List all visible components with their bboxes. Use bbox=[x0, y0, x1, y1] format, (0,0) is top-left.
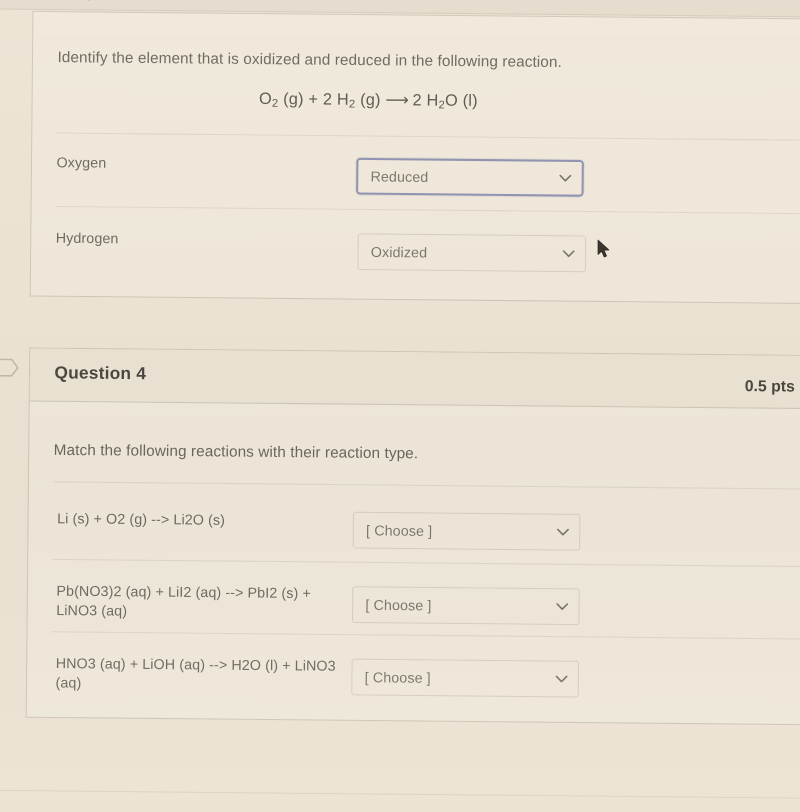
url-text: urses/13935/quizzes/50754/take bbox=[0, 0, 212, 2]
divider bbox=[53, 481, 800, 490]
question-3-equation: O2 (g) + 2 H2 (g) ⟶ 2 H2O (l) bbox=[259, 89, 478, 112]
question-4-header: Question 4 0.5 pts bbox=[29, 348, 800, 410]
divider bbox=[56, 132, 800, 141]
dropdown-oxygen-value: Reduced bbox=[370, 168, 429, 186]
dropdown-oxygen[interactable]: Reduced bbox=[356, 157, 584, 197]
flag-outline-icon[interactable] bbox=[0, 358, 19, 377]
equation-o: O bbox=[258, 90, 273, 109]
equation-end: O (l) bbox=[444, 92, 478, 111]
question-3-row-label-oxygen: Oxygen bbox=[56, 153, 107, 171]
equation-arrow-icon: ⟶ bbox=[385, 91, 408, 110]
reaction-3-line-2: (aq) bbox=[55, 674, 82, 691]
reaction-2-line-1: Pb(NO3)2 (aq) + LiI2 (aq) --> PbI2 (s) + bbox=[56, 582, 311, 602]
page-root: urses/13935/quizzes/50754/take Identify … bbox=[0, 0, 800, 812]
mouse-pointer-icon bbox=[597, 239, 610, 258]
question-3-card: Identify the element that is oxidized an… bbox=[29, 10, 800, 305]
reaction-2-line-2: LiNO3 (aq) bbox=[56, 601, 128, 619]
equation-mid3: 2 H bbox=[407, 92, 439, 110]
equation-mid1: (g) + 2 H bbox=[278, 90, 350, 109]
chevron-down-icon bbox=[557, 528, 569, 536]
divider bbox=[51, 631, 800, 640]
question-4-reaction-2: Pb(NO3)2 (aq) + LiI2 (aq) --> PbI2 (s) +… bbox=[56, 581, 354, 623]
question-4-reaction-3: HNO3 (aq) + LiOH (aq) --> H2O (l) + LiNO… bbox=[55, 654, 361, 696]
equation-mid2: (g) bbox=[355, 91, 386, 110]
divider bbox=[52, 558, 800, 568]
dropdown-reaction-2[interactable]: [ Choose ] bbox=[351, 586, 580, 626]
chevron-down-icon bbox=[555, 675, 568, 683]
chevron-down-icon bbox=[556, 603, 569, 610]
question-3-row-label-hydrogen: Hydrogen bbox=[55, 229, 119, 247]
question-3-prompt: Identify the element that is oxidized an… bbox=[57, 48, 563, 72]
question-4-title: Question 4 bbox=[54, 363, 147, 384]
question-4-prompt: Match the following reactions with their… bbox=[53, 441, 419, 463]
question-4-points: 0.5 pts bbox=[744, 377, 795, 396]
chevron-down-icon bbox=[559, 174, 572, 182]
dropdown-reaction-3[interactable]: [ Choose ] bbox=[351, 658, 580, 698]
dropdown-hydrogen-value: Oxidized bbox=[370, 243, 428, 261]
page-bottom-rule bbox=[0, 789, 800, 800]
divider bbox=[56, 205, 800, 215]
reaction-3-line-1: HNO3 (aq) + LiOH (aq) --> H2O (l) + LiNO… bbox=[55, 654, 336, 674]
dropdown-hydrogen[interactable]: Oxidized bbox=[357, 233, 587, 273]
dropdown-reaction-1-value: [ Choose ] bbox=[366, 522, 433, 540]
dropdown-reaction-2-value: [ Choose ] bbox=[365, 596, 432, 614]
question-4-reaction-1: Li (s) + O2 (g) --> Li2O (s) bbox=[57, 509, 353, 531]
question-4-card: Question 4 0.5 pts Match the following r… bbox=[25, 347, 800, 726]
dropdown-reaction-1[interactable]: [ Choose ] bbox=[352, 511, 581, 551]
chevron-down-icon bbox=[562, 250, 575, 258]
dropdown-reaction-3-value: [ Choose ] bbox=[364, 668, 431, 686]
reaction-1-line-1: Li (s) + O2 (g) --> Li2O (s) bbox=[57, 509, 226, 528]
